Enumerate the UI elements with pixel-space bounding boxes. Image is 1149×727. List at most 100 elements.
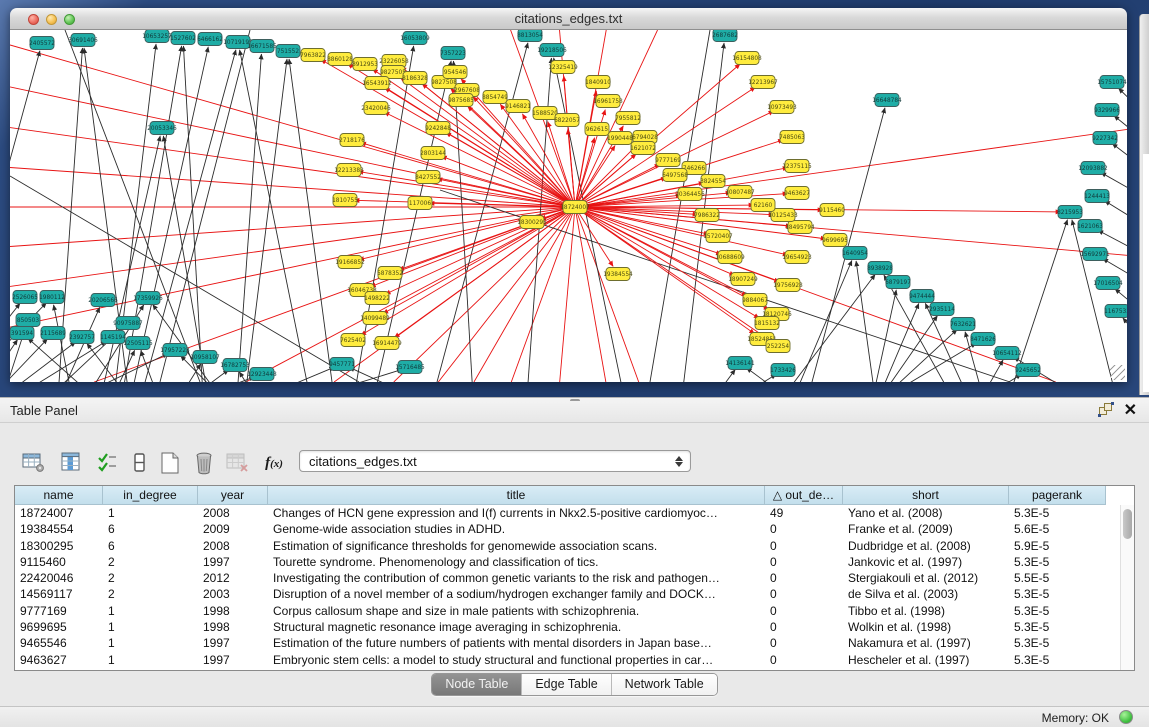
graph-node[interactable]: 391594 [10, 327, 34, 340]
graph-node[interactable]: 16914479 [372, 337, 402, 350]
graph-node[interactable]: 10958107 [190, 351, 220, 364]
scrollbar-thumb[interactable] [1123, 509, 1132, 539]
graph-node[interactable]: 16154808 [732, 52, 762, 65]
graph-node[interactable]: 7632621 [950, 318, 976, 331]
graph-node[interactable]: 1244413 [1084, 190, 1110, 203]
column-header-out_de[interactable]: △ out_de… [765, 486, 843, 505]
graph-node[interactable]: 12923448 [247, 368, 277, 381]
graph-edge[interactable] [10, 340, 18, 382]
graph-node[interactable]: 9699695 [822, 234, 848, 247]
graph-edge[interactable] [1123, 318, 1127, 337]
graph-node[interactable]: 16648784 [872, 94, 902, 107]
graph-node[interactable]: 9245652 [1015, 364, 1041, 377]
column-header-title[interactable]: title [268, 486, 765, 505]
graph-node[interactable]: 14136141 [725, 357, 755, 370]
graph-node[interactable]: 19756928 [773, 279, 803, 292]
graph-node[interactable]: 9474444 [909, 290, 935, 303]
graph-node[interactable]: 18495794 [785, 221, 815, 234]
graph-node[interactable]: 12505115 [123, 337, 153, 350]
graph-node[interactable]: 16543912 [362, 77, 392, 90]
graph-node[interactable]: 1621072 [630, 142, 656, 155]
graph-edge[interactable] [461, 79, 575, 207]
graph-edge[interactable] [10, 207, 575, 247]
graph-node[interactable]: 2687682 [712, 30, 738, 42]
tab-edge-table[interactable]: Edge Table [522, 674, 611, 695]
graph-edge[interactable] [10, 87, 575, 207]
graph-edge[interactable] [884, 329, 957, 382]
graph-edge[interactable] [60, 307, 100, 382]
graph-node[interactable]: 9777169 [655, 154, 681, 167]
graph-edge[interactable] [394, 207, 575, 382]
table-row[interactable]: 946362711997Embryonic stem cells: a mode… [15, 652, 1120, 668]
table-row[interactable]: 911546021997Tourette syndrome. Phenomeno… [15, 554, 1120, 570]
graph-node[interactable]: 10653257 [142, 30, 172, 43]
graph-node[interactable]: 1810755 [332, 194, 358, 207]
graph-node[interactable]: 2405572 [29, 37, 55, 50]
graph-node[interactable]: 3824554 [700, 175, 726, 188]
graph-edge[interactable] [10, 342, 76, 382]
graph-node[interactable]: 1167533 [1104, 305, 1127, 318]
column-header-pagerank[interactable]: pagerank [1009, 486, 1106, 505]
graph-edge[interactable] [1072, 220, 1116, 382]
graph-edge[interactable] [10, 207, 575, 286]
create-column-icon[interactable] [156, 450, 184, 476]
graph-node[interactable]: 8186328 [402, 72, 428, 85]
graph-node[interactable]: 2115689 [40, 327, 66, 340]
graph-node[interactable]: 9463627 [784, 187, 810, 200]
graph-node[interactable]: 19166852 [335, 256, 365, 269]
graph-node[interactable]: 19654923 [782, 251, 812, 264]
graph-edge[interactable] [183, 46, 203, 382]
function-builder-icon[interactable]: f(x) [260, 450, 288, 476]
graph-edge[interactable] [289, 59, 334, 382]
table-selector-combo[interactable]: citations_edges.txt [299, 450, 691, 472]
graph-node[interactable]: 15692971 [1080, 248, 1110, 261]
graph-node[interactable]: 20364456 [675, 188, 705, 201]
tab-network-table[interactable]: Network Table [612, 674, 717, 695]
graph-node[interactable]: 12213383 [334, 164, 364, 177]
graph-edge[interactable] [433, 43, 528, 382]
table-row[interactable]: 977716911998Corpus callosum shape and si… [15, 603, 1120, 619]
graph-node[interactable]: 1527602 [170, 32, 196, 45]
graph-node[interactable]: 8912953 [352, 58, 378, 71]
graph-node[interactable]: 8854749 [482, 91, 508, 104]
graph-node[interactable]: 2526065 [12, 291, 38, 304]
graph-edge[interactable] [575, 207, 639, 382]
column-header-name[interactable]: name [15, 486, 103, 505]
table-row[interactable]: 969969511998Structural magnetic resonanc… [15, 619, 1120, 635]
graph-node[interactable]: 9115460 [819, 204, 845, 217]
graph-node[interactable]: 6879197 [885, 276, 911, 289]
graph-node[interactable]: 9884067 [742, 294, 768, 307]
splitter-grip[interactable] [570, 399, 580, 405]
graph-node[interactable]: 9227342 [1092, 132, 1118, 145]
table-row[interactable]: 1830029562008Estimation of significance … [15, 538, 1120, 554]
graph-node[interactable]: 2803144 [420, 147, 446, 160]
graph-node[interactable]: 7625402 [340, 334, 366, 347]
graph-edge[interactable] [446, 132, 575, 207]
graph-node[interactable]: 8813054 [517, 30, 543, 42]
graph-node[interactable]: 9457771 [329, 358, 355, 371]
graph-node[interactable]: 10807487 [725, 186, 755, 199]
graph-node[interactable]: 12213967 [748, 76, 778, 89]
graph-edge[interactable] [246, 207, 575, 382]
graph-node[interactable]: 7963822 [300, 49, 326, 62]
graph-node[interactable]: 16782753 [220, 359, 250, 372]
show-column-icon[interactable] [58, 450, 86, 476]
graph-node[interactable]: 850503 [16, 314, 40, 327]
graph-node[interactable]: 1990448 [607, 132, 633, 145]
graph-node[interactable]: 30691406 [68, 34, 98, 47]
graph-edge[interactable] [511, 207, 575, 382]
graph-edge[interactable] [1118, 88, 1127, 108]
graph-node[interactable]: 14099489 [360, 312, 390, 325]
graph-node[interactable]: 16671585 [247, 40, 277, 53]
graph-edge[interactable] [564, 76, 575, 207]
graph-node[interactable]: 2392757 [69, 331, 95, 344]
graph-node[interactable]: 10973493 [767, 101, 797, 114]
graph-edge[interactable] [10, 128, 575, 207]
table-scrollbar[interactable] [1120, 505, 1134, 670]
graph-node[interactable]: 9242848 [425, 122, 451, 135]
network-window-titlebar[interactable]: citations_edges.txt [10, 8, 1127, 30]
graph-edge[interactable] [385, 88, 575, 207]
graph-node[interactable]: 15716485 [395, 361, 425, 374]
delete-column-icon[interactable] [190, 450, 218, 476]
resize-grip[interactable] [1110, 365, 1125, 380]
